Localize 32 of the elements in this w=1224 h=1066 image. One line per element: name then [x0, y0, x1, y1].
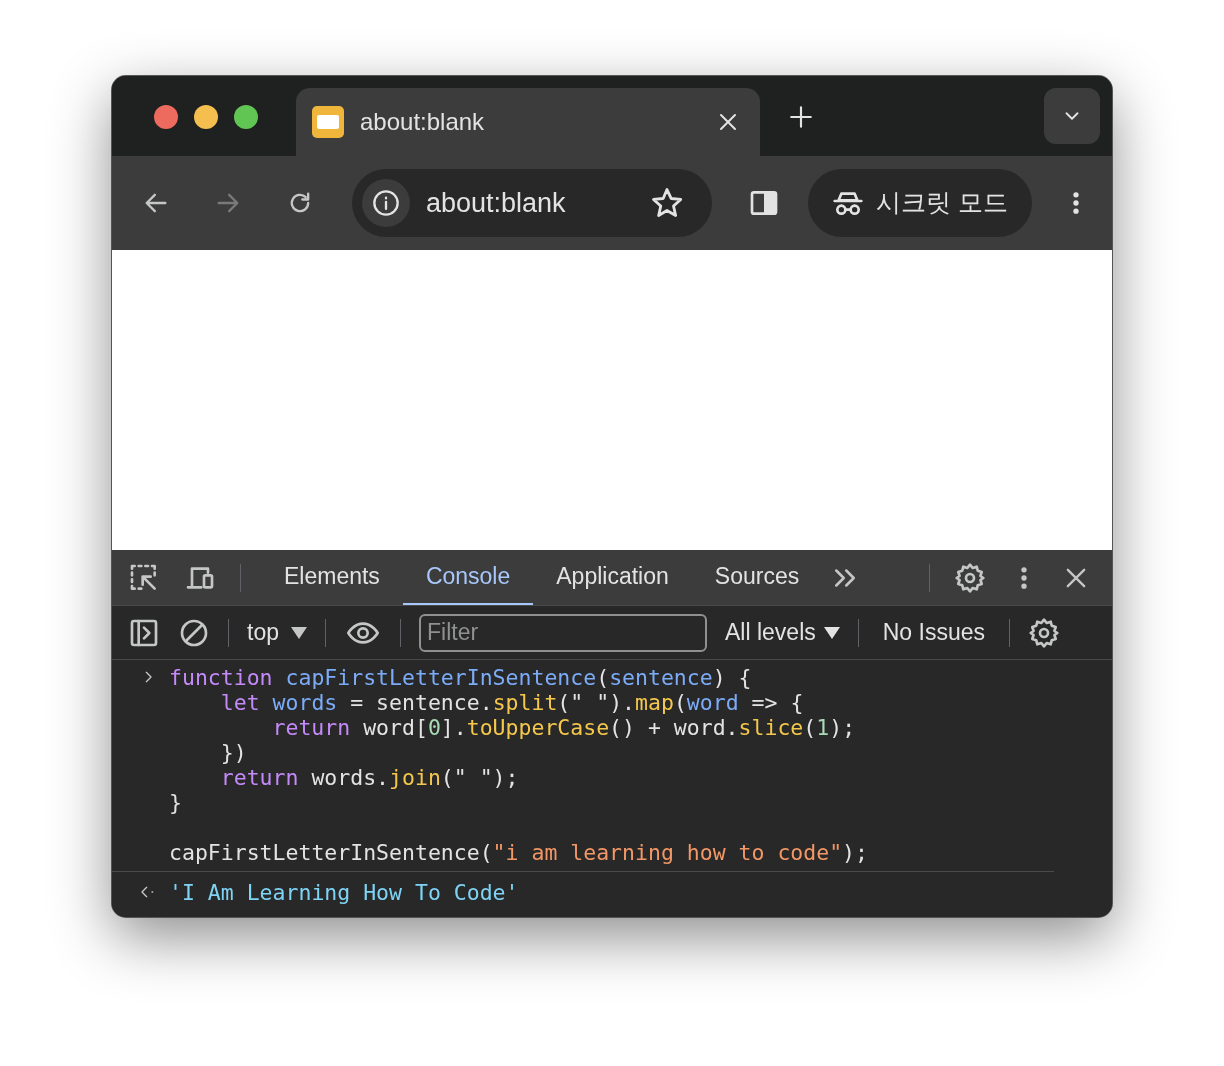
- minimize-window-button[interactable]: [194, 105, 218, 129]
- code-line: let words = sentence.split(" ").map(word => {: [220, 690, 804, 715]
- context-selector[interactable]: top: [247, 615, 307, 650]
- devtools-tab[interactable]: Elements: [261, 550, 403, 605]
- page-icon: [312, 106, 344, 138]
- close-window-button[interactable]: [154, 105, 178, 129]
- code-line: return words.join(" ");: [220, 765, 519, 790]
- tab-title: about:blank: [360, 107, 486, 137]
- code-line: capFirstLetterInSentence("i am learning how to code");: [169, 840, 868, 865]
- code-line: }: [169, 790, 182, 815]
- settings-icon[interactable]: [954, 561, 986, 594]
- devtools-tab[interactable]: Sources: [691, 550, 823, 605]
- dropdown-arrow-icon: [823, 626, 840, 639]
- dropdown-arrow-icon: [291, 626, 307, 639]
- address-bar[interactable]: about:blank: [352, 169, 712, 237]
- filter-field[interactable]: Filter: [419, 613, 707, 652]
- code-line: 'I Am Learning How To Code': [169, 880, 519, 905]
- maximize-window-button[interactable]: [234, 105, 258, 129]
- settings-icon[interactable]: [1028, 616, 1060, 649]
- star-icon[interactable]: [650, 186, 684, 220]
- browser-tab[interactable]: about:blank: [296, 88, 760, 156]
- issues-button[interactable]: No Issues: [876, 615, 991, 650]
- site-info-button[interactable]: [362, 179, 410, 227]
- address-text: about:blank: [426, 186, 567, 220]
- new-tab-icon[interactable]: [788, 104, 814, 130]
- info-icon: [372, 189, 400, 217]
- code-line: function capFirstLetterInSentence(sentence) {: [169, 665, 752, 690]
- log-levels-dropdown[interactable]: All levels: [725, 615, 840, 650]
- code-line: }): [220, 740, 247, 765]
- incognito-button[interactable]: 시크릿 모드: [808, 169, 1032, 237]
- code-line: return word[0].toUpperCase() + word.slice(1);: [272, 715, 856, 740]
- devtools-tab[interactable]: Application: [533, 550, 692, 605]
